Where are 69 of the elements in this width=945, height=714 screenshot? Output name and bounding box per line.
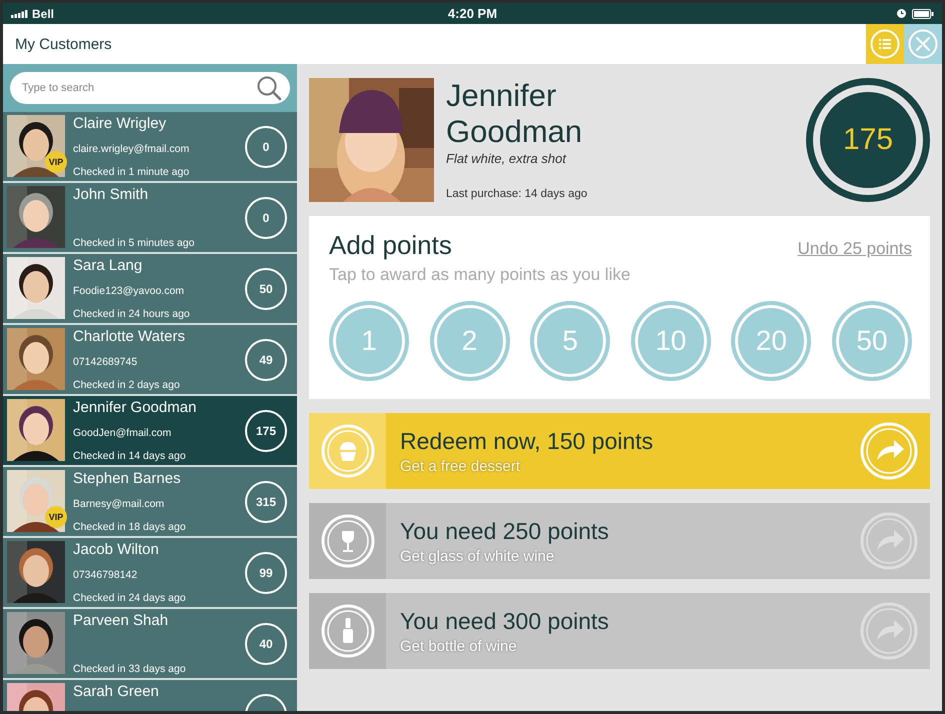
- last-purchase: Last purchase: 14 days ago: [446, 188, 588, 200]
- reward-bar[interactable]: You need 300 points Get bottle of wine: [309, 593, 930, 669]
- customer-name: Sarah Green: [73, 683, 160, 700]
- points-badge: 175: [245, 410, 287, 452]
- reward-bar[interactable]: Redeem now, 150 points Get a free dessert: [309, 413, 930, 489]
- customer-name: Claire Wrigley: [73, 115, 168, 132]
- points-badge: 49: [245, 338, 287, 380]
- customer-row[interactable]: Charlotte Waters 07142689745 Checked in 2 days ago 49: [3, 325, 297, 394]
- check-in-time: Checked in 5 minutes ago: [73, 237, 196, 249]
- customer-contact: Barnesy@mail.com: [73, 498, 166, 510]
- customer-name: Jacob Wilton: [73, 541, 160, 558]
- reward-title: You need 300 points: [400, 608, 610, 634]
- list-icon: [870, 29, 900, 59]
- customer-row[interactable]: Sara Lang Foodie123@yavoo.com Checked in 24 hours ago 50: [3, 254, 297, 323]
- points-badge: 315: [245, 480, 287, 522]
- customer-name: Charlotte Waters: [73, 328, 186, 345]
- check-in-time: Checked in 2 days ago: [73, 379, 181, 391]
- card-title: Add points: [329, 230, 452, 261]
- points-badge: 0: [245, 126, 287, 168]
- bottle-icon: [320, 604, 374, 658]
- customer-name: Sara Lang: [73, 257, 144, 274]
- status-time: 4:20 PM: [448, 6, 498, 21]
- reward-title: You need 250 points: [400, 518, 610, 544]
- customer-name: Jennifer Goodman: [446, 78, 584, 150]
- check-in-time: Checked in 24 hours ago: [73, 308, 191, 320]
- battery-icon: [912, 8, 934, 18]
- reward-description: Get bottle of wine: [400, 638, 518, 654]
- points-badge: 0: [245, 196, 287, 238]
- cupcake-icon: [320, 424, 374, 478]
- reward-description: Get a free dessert: [400, 458, 522, 474]
- customer-row[interactable]: Jacob Wilton 07346798142 Checked in 24 days ago 99: [3, 538, 297, 607]
- clock-icon: [896, 9, 906, 18]
- customer-note: Flat white, extra shot: [446, 151, 568, 166]
- points-total: 175: [820, 92, 916, 188]
- page-title: My Customers: [14, 34, 113, 54]
- check-in-time: Checked in 24 days ago: [73, 592, 187, 604]
- reward-title: Redeem now, 150 points: [400, 428, 654, 454]
- search-field[interactable]: Type to search: [10, 72, 290, 104]
- points-badge: 50: [245, 268, 287, 310]
- points-badge: 99: [245, 552, 287, 594]
- check-in-time: Checked in 1 minute ago: [73, 166, 190, 178]
- check-in-time: Checked in 33 days ago: [73, 663, 187, 675]
- customer-contact: GoodJen@fmail.com: [73, 427, 172, 439]
- search-icon: [256, 75, 282, 101]
- check-in-time: Checked in 14 days ago: [73, 450, 187, 462]
- points-badge: 40: [245, 622, 287, 664]
- customer-row[interactable]: VIP Claire Wrigley claire.wrigley@fmail.com Checked in 1 minute ago 0: [3, 112, 297, 181]
- carrier-name: Bell: [32, 6, 54, 20]
- customer-row[interactable]: Sarah Green: [3, 680, 297, 711]
- customer-row[interactable]: VIP Stephen Barnes Barnesy@mail.com Checked in 18 days ago 315: [3, 467, 297, 536]
- customer-contact: claire.wrigley@fmail.com: [73, 143, 190, 155]
- customer-row[interactable]: Jennifer Goodman GoodJen@fmail.com Checked in 14 days ago 175: [3, 396, 297, 465]
- customer-name: Parveen Shah: [73, 612, 170, 629]
- customer-contact: 07346798142: [73, 569, 138, 581]
- reward-description: Get glass of white wine: [400, 548, 556, 564]
- reward-bar[interactable]: You need 250 points Get glass of white wine: [309, 503, 930, 579]
- customer-contact: 07142689745: [73, 356, 138, 368]
- customer-name: Jennifer Goodman: [73, 399, 198, 416]
- wine-glass-icon: [320, 514, 374, 568]
- signal-icon: [11, 10, 29, 18]
- customer-row[interactable]: Parveen Shah Checked in 33 days ago 40: [3, 609, 297, 678]
- list-view-button[interactable]: [866, 24, 904, 64]
- customer-name: Stephen Barnes: [73, 470, 182, 487]
- customer-contact: Foodie123@yavoo.com: [73, 285, 186, 297]
- card-hint: Tap to award as many points as you like: [329, 265, 632, 285]
- customer-name: John Smith: [73, 186, 150, 203]
- undo-link[interactable]: Undo 25 points: [798, 239, 912, 259]
- check-in-time: Checked in 18 days ago: [73, 521, 187, 533]
- customer-row[interactable]: John Smith Checked in 5 minutes ago 0: [3, 183, 297, 252]
